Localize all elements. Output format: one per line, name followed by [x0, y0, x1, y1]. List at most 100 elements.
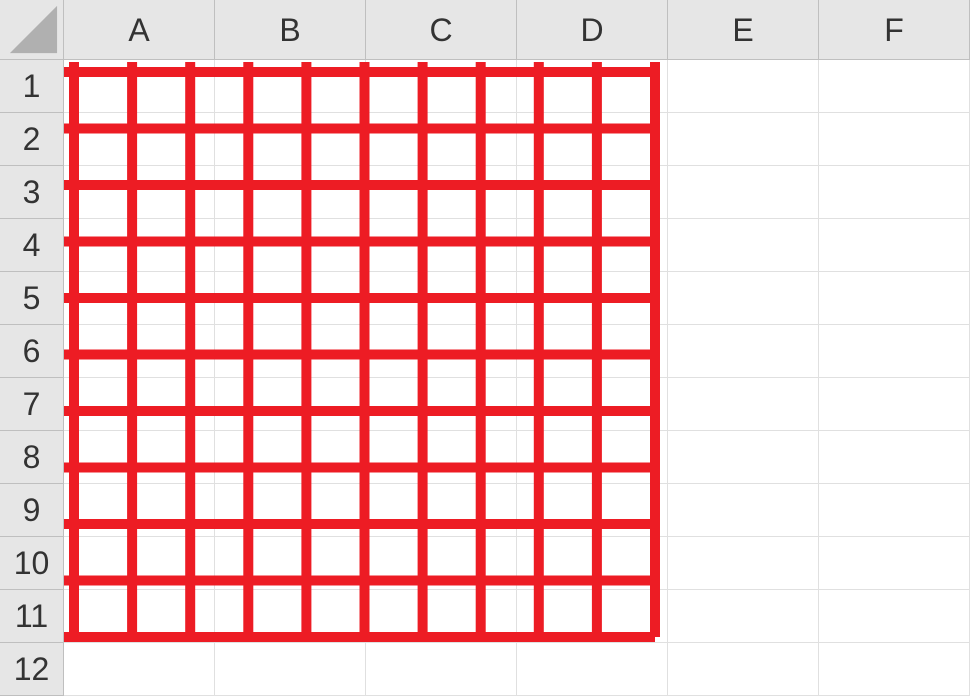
cell-D3[interactable]: [517, 166, 668, 219]
cell-C8[interactable]: [366, 431, 517, 484]
cell-C9[interactable]: [366, 484, 517, 537]
cell-F1[interactable]: [819, 60, 970, 113]
row-header-11[interactable]: 11: [0, 590, 64, 643]
column-header-D[interactable]: D: [517, 0, 668, 60]
cell-D11[interactable]: [517, 590, 668, 643]
cell-B1[interactable]: [215, 60, 366, 113]
cell-C11[interactable]: [366, 590, 517, 643]
row-header-8[interactable]: 8: [0, 431, 64, 484]
cell-C10[interactable]: [366, 537, 517, 590]
cell-C7[interactable]: [366, 378, 517, 431]
cell-D2[interactable]: [517, 113, 668, 166]
cell-C4[interactable]: [366, 219, 517, 272]
cell-A9[interactable]: [64, 484, 215, 537]
column-header-B[interactable]: B: [215, 0, 366, 60]
cell-B9[interactable]: [215, 484, 366, 537]
cell-B5[interactable]: [215, 272, 366, 325]
table-row: [64, 378, 970, 431]
cell-D1[interactable]: [517, 60, 668, 113]
cell-F4[interactable]: [819, 219, 970, 272]
cell-E4[interactable]: [668, 219, 819, 272]
cell-D4[interactable]: [517, 219, 668, 272]
cell-A1[interactable]: [64, 60, 215, 113]
cell-F9[interactable]: [819, 484, 970, 537]
row-header-6[interactable]: 6: [0, 325, 64, 378]
cell-F11[interactable]: [819, 590, 970, 643]
cell-E1[interactable]: [668, 60, 819, 113]
column-header-A[interactable]: A: [64, 0, 215, 60]
row-header-7[interactable]: 7: [0, 378, 64, 431]
table-row: [64, 643, 970, 696]
cell-B11[interactable]: [215, 590, 366, 643]
cell-A8[interactable]: [64, 431, 215, 484]
cell-C3[interactable]: [366, 166, 517, 219]
cell-E5[interactable]: [668, 272, 819, 325]
cell-A7[interactable]: [64, 378, 215, 431]
cell-B4[interactable]: [215, 219, 366, 272]
cell-E6[interactable]: [668, 325, 819, 378]
cell-A12[interactable]: [64, 643, 215, 696]
cell-F12[interactable]: [819, 643, 970, 696]
cell-C6[interactable]: [366, 325, 517, 378]
table-row: [64, 60, 970, 113]
cell-F7[interactable]: [819, 378, 970, 431]
cell-A11[interactable]: [64, 590, 215, 643]
cell-E8[interactable]: [668, 431, 819, 484]
cell-grid: [64, 60, 970, 696]
row-header-3[interactable]: 3: [0, 166, 64, 219]
cell-B6[interactable]: [215, 325, 366, 378]
cell-D12[interactable]: [517, 643, 668, 696]
select-all-corner[interactable]: [0, 0, 64, 60]
cell-F5[interactable]: [819, 272, 970, 325]
row-header-10[interactable]: 10: [0, 537, 64, 590]
cell-D5[interactable]: [517, 272, 668, 325]
table-row: [64, 113, 970, 166]
cell-B2[interactable]: [215, 113, 366, 166]
cell-A2[interactable]: [64, 113, 215, 166]
spreadsheet: A B C D E F 1 2 3 4 5 6 7 8 9 10 11 12: [0, 0, 971, 699]
cell-E12[interactable]: [668, 643, 819, 696]
cell-E2[interactable]: [668, 113, 819, 166]
column-header-E[interactable]: E: [668, 0, 819, 60]
row-header-5[interactable]: 5: [0, 272, 64, 325]
cell-C12[interactable]: [366, 643, 517, 696]
cell-A3[interactable]: [64, 166, 215, 219]
column-header-F[interactable]: F: [819, 0, 970, 60]
row-header-1[interactable]: 1: [0, 60, 64, 113]
row-header-4[interactable]: 4: [0, 219, 64, 272]
cell-D7[interactable]: [517, 378, 668, 431]
row-header-9[interactable]: 9: [0, 484, 64, 537]
column-headers: A B C D E F: [64, 0, 970, 60]
cell-F6[interactable]: [819, 325, 970, 378]
cell-D10[interactable]: [517, 537, 668, 590]
cell-F2[interactable]: [819, 113, 970, 166]
cell-E11[interactable]: [668, 590, 819, 643]
cell-F10[interactable]: [819, 537, 970, 590]
cell-B10[interactable]: [215, 537, 366, 590]
cell-A6[interactable]: [64, 325, 215, 378]
cell-B7[interactable]: [215, 378, 366, 431]
cell-F8[interactable]: [819, 431, 970, 484]
row-header-12[interactable]: 12: [0, 643, 64, 696]
cell-E10[interactable]: [668, 537, 819, 590]
cell-E3[interactable]: [668, 166, 819, 219]
cell-E9[interactable]: [668, 484, 819, 537]
table-row: [64, 219, 970, 272]
cell-E7[interactable]: [668, 378, 819, 431]
cell-C1[interactable]: [366, 60, 517, 113]
cell-D9[interactable]: [517, 484, 668, 537]
cell-D8[interactable]: [517, 431, 668, 484]
cell-C5[interactable]: [366, 272, 517, 325]
cell-B3[interactable]: [215, 166, 366, 219]
row-header-2[interactable]: 2: [0, 113, 64, 166]
cell-A4[interactable]: [64, 219, 215, 272]
cell-D6[interactable]: [517, 325, 668, 378]
column-header-C[interactable]: C: [366, 0, 517, 60]
cell-A10[interactable]: [64, 537, 215, 590]
cell-F3[interactable]: [819, 166, 970, 219]
table-row: [64, 431, 970, 484]
cell-B8[interactable]: [215, 431, 366, 484]
cell-B12[interactable]: [215, 643, 366, 696]
cell-A5[interactable]: [64, 272, 215, 325]
cell-C2[interactable]: [366, 113, 517, 166]
